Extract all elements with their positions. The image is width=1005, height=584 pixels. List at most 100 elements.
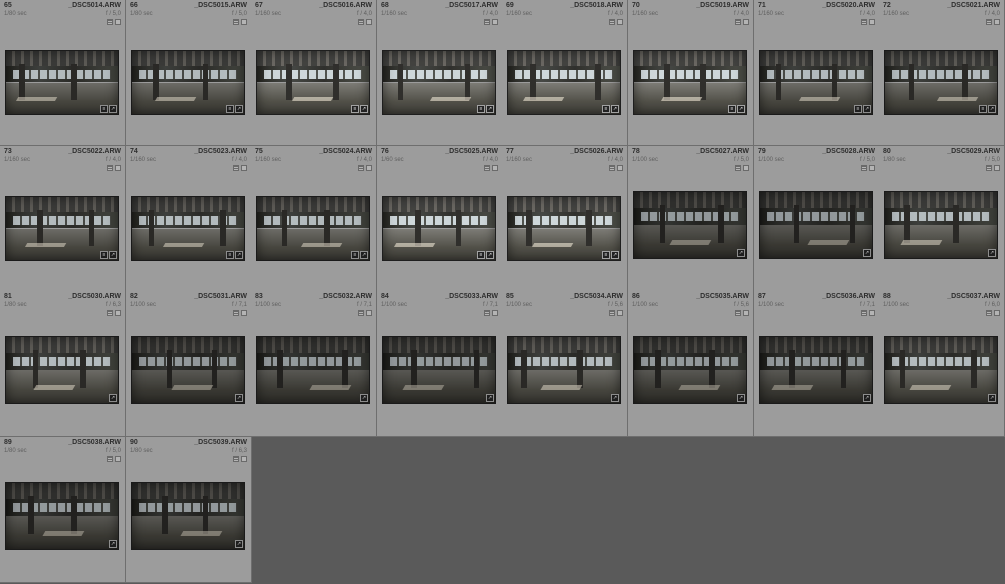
- flag-badge-icon[interactable]: [241, 310, 247, 316]
- metadata-badge-icon[interactable]: [233, 165, 239, 171]
- photo-thumbnail[interactable]: ↗: [131, 336, 245, 404]
- photo-cell[interactable]: 89 _DSC5038.ARW 1/80 sec f / 5,0 ↗: [0, 437, 126, 583]
- flag-badge-icon[interactable]: [869, 165, 875, 171]
- flag-badge-icon[interactable]: [617, 19, 623, 25]
- photo-cell[interactable]: 73 _DSC5022.ARW 1/160 sec f / 4,0 ≡ ↗: [0, 146, 126, 292]
- metadata-badge-icon[interactable]: [861, 165, 867, 171]
- flag-badge-icon[interactable]: [994, 165, 1000, 171]
- crop-icon[interactable]: ↗: [988, 105, 996, 113]
- flag-badge-icon[interactable]: [617, 165, 623, 171]
- crop-icon[interactable]: ↗: [486, 251, 494, 259]
- photo-cell[interactable]: 78 _DSC5027.ARW 1/100 sec f / 5,0 ↗: [628, 146, 754, 292]
- photo-thumbnail[interactable]: ≡ ↗: [884, 50, 998, 115]
- flag-badge-icon[interactable]: [115, 456, 121, 462]
- crop-icon[interactable]: ↗: [611, 251, 619, 259]
- metadata-icon[interactable]: ≡: [226, 105, 234, 113]
- photo-cell[interactable]: 74 _DSC5023.ARW 1/160 sec f / 4,0 ≡ ↗: [126, 146, 252, 292]
- metadata-badge-icon[interactable]: [484, 310, 490, 316]
- metadata-badge-icon[interactable]: [233, 19, 239, 25]
- flag-badge-icon[interactable]: [241, 456, 247, 462]
- metadata-badge-icon[interactable]: [358, 310, 364, 316]
- photo-thumbnail[interactable]: ↗: [5, 336, 119, 404]
- photo-cell[interactable]: 79 _DSC5028.ARW 1/100 sec f / 5,0 ↗: [754, 146, 880, 292]
- photo-cell[interactable]: 70 _DSC5019.ARW 1/160 sec f / 4,0 ≡ ↗: [628, 0, 754, 146]
- metadata-badge-icon[interactable]: [735, 165, 741, 171]
- photo-cell[interactable]: 65 _DSC5014.ARW 1/80 sec f / 5,0 ≡ ↗: [0, 0, 126, 146]
- metadata-badge-icon[interactable]: [986, 165, 992, 171]
- photo-cell[interactable]: 75 _DSC5024.ARW 1/160 sec f / 4,0 ≡ ↗: [251, 146, 377, 292]
- crop-icon[interactable]: ↗: [737, 394, 745, 402]
- photo-thumbnail[interactable]: ↗: [759, 191, 873, 259]
- metadata-badge-icon[interactable]: [986, 310, 992, 316]
- photo-thumbnail[interactable]: ↗: [633, 336, 747, 404]
- metadata-badge-icon[interactable]: [233, 310, 239, 316]
- metadata-badge-icon[interactable]: [484, 165, 490, 171]
- photo-cell[interactable]: 66 _DSC5015.ARW 1/80 sec f / 5,0 ≡ ↗: [126, 0, 252, 146]
- photo-thumbnail[interactable]: ≡ ↗: [5, 50, 119, 115]
- flag-badge-icon[interactable]: [743, 310, 749, 316]
- flag-badge-icon[interactable]: [366, 19, 372, 25]
- photo-thumbnail[interactable]: ≡ ↗: [382, 196, 496, 261]
- crop-icon[interactable]: ↗: [988, 394, 996, 402]
- flag-badge-icon[interactable]: [492, 165, 498, 171]
- crop-icon[interactable]: ↗: [486, 394, 494, 402]
- flag-badge-icon[interactable]: [994, 310, 1000, 316]
- crop-icon[interactable]: ↗: [235, 540, 243, 548]
- photo-thumbnail[interactable]: ↗: [884, 191, 998, 259]
- photo-thumbnail[interactable]: ≡ ↗: [256, 50, 370, 115]
- metadata-icon[interactable]: ≡: [477, 251, 485, 259]
- photo-cell[interactable]: 88 _DSC5037.ARW 1/100 sec f / 6,0 ↗: [879, 291, 1005, 437]
- metadata-icon[interactable]: ≡: [854, 105, 862, 113]
- flag-badge-icon[interactable]: [115, 19, 121, 25]
- metadata-badge-icon[interactable]: [861, 310, 867, 316]
- crop-icon[interactable]: ↗: [611, 105, 619, 113]
- flag-badge-icon[interactable]: [115, 310, 121, 316]
- crop-icon[interactable]: ↗: [235, 251, 243, 259]
- flag-badge-icon[interactable]: [617, 310, 623, 316]
- metadata-icon[interactable]: ≡: [226, 251, 234, 259]
- photo-thumbnail[interactable]: ↗: [633, 191, 747, 259]
- photo-cell[interactable]: 81 _DSC5030.ARW 1/80 sec f / 6,3 ↗: [0, 291, 126, 437]
- metadata-badge-icon[interactable]: [358, 165, 364, 171]
- flag-badge-icon[interactable]: [743, 19, 749, 25]
- metadata-badge-icon[interactable]: [233, 456, 239, 462]
- metadata-icon[interactable]: ≡: [351, 251, 359, 259]
- photo-thumbnail[interactable]: ↗: [256, 336, 370, 404]
- metadata-icon[interactable]: ≡: [100, 105, 108, 113]
- photo-cell[interactable]: 82 _DSC5031.ARW 1/100 sec f / 7,1 ↗: [126, 291, 252, 437]
- photo-thumbnail[interactable]: ↗: [131, 482, 245, 550]
- flag-badge-icon[interactable]: [241, 165, 247, 171]
- flag-badge-icon[interactable]: [241, 19, 247, 25]
- crop-icon[interactable]: ↗: [109, 394, 117, 402]
- crop-icon[interactable]: ↗: [988, 249, 996, 257]
- crop-icon[interactable]: ↗: [109, 105, 117, 113]
- metadata-icon[interactable]: ≡: [351, 105, 359, 113]
- photo-cell[interactable]: 85 _DSC5034.ARW 1/100 sec f / 5,6 ↗: [502, 291, 628, 437]
- photo-cell[interactable]: 76 _DSC5025.ARW 1/60 sec f / 4,0 ≡ ↗: [377, 146, 503, 292]
- photo-thumbnail[interactable]: ≡ ↗: [507, 50, 621, 115]
- photo-cell[interactable]: 71 _DSC5020.ARW 1/160 sec f / 4,0 ≡ ↗: [754, 0, 880, 146]
- crop-icon[interactable]: ↗: [737, 249, 745, 257]
- flag-badge-icon[interactable]: [869, 19, 875, 25]
- crop-icon[interactable]: ↗: [863, 394, 871, 402]
- photo-cell[interactable]: 90 _DSC5039.ARW 1/80 sec f / 6,3 ↗: [126, 437, 252, 583]
- metadata-icon[interactable]: ≡: [602, 251, 610, 259]
- metadata-icon[interactable]: ≡: [728, 105, 736, 113]
- photo-thumbnail[interactable]: ↗: [382, 336, 496, 404]
- photo-thumbnail[interactable]: ≡ ↗: [256, 196, 370, 261]
- crop-icon[interactable]: ↗: [737, 105, 745, 113]
- metadata-icon[interactable]: ≡: [602, 105, 610, 113]
- metadata-badge-icon[interactable]: [107, 19, 113, 25]
- metadata-icon[interactable]: ≡: [477, 105, 485, 113]
- photo-thumbnail[interactable]: ≡ ↗: [131, 196, 245, 261]
- metadata-badge-icon[interactable]: [735, 310, 741, 316]
- photo-cell[interactable]: 83 _DSC5032.ARW 1/100 sec f / 7,1 ↗: [251, 291, 377, 437]
- crop-icon[interactable]: ↗: [109, 540, 117, 548]
- photo-thumbnail[interactable]: ↗: [884, 336, 998, 404]
- photo-cell[interactable]: 86 _DSC5035.ARW 1/100 sec f / 5,6 ↗: [628, 291, 754, 437]
- photo-thumbnail[interactable]: ≡ ↗: [5, 196, 119, 261]
- metadata-badge-icon[interactable]: [107, 456, 113, 462]
- flag-badge-icon[interactable]: [869, 310, 875, 316]
- flag-badge-icon[interactable]: [994, 19, 1000, 25]
- metadata-icon[interactable]: ≡: [979, 105, 987, 113]
